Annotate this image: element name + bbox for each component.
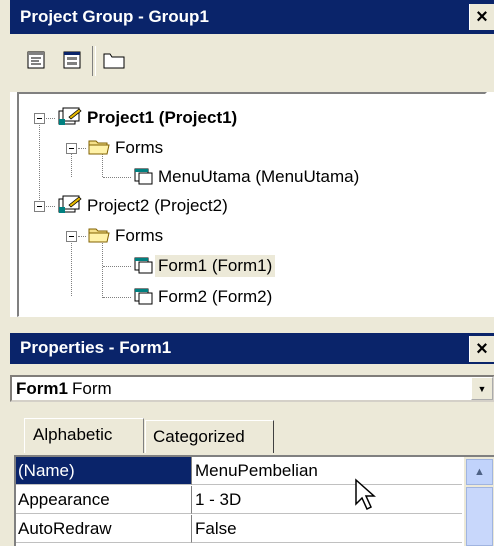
properties-title: Properties - Form1 xyxy=(20,338,172,357)
scroll-thumb[interactable] xyxy=(466,487,493,546)
toolbar-separator xyxy=(92,46,96,76)
object-selector[interactable]: Form1 Form ▼ xyxy=(10,375,494,402)
property-value[interactable]: 1 - 3D xyxy=(192,486,462,514)
left-frame xyxy=(0,0,10,546)
view-object-button[interactable] xyxy=(61,49,83,71)
tree-node-form1[interactable]: Form1 (Form1) xyxy=(155,255,276,277)
property-row[interactable]: (Name) MenuPembelian xyxy=(16,457,462,486)
tree-line xyxy=(78,148,86,149)
tree-line xyxy=(39,119,40,206)
panel-splitter[interactable] xyxy=(10,317,494,333)
tree-line xyxy=(71,240,72,296)
properties-close-button[interactable]: × xyxy=(469,336,494,362)
object-selector-name: Form1 xyxy=(16,379,68,398)
toggle-folders-button[interactable] xyxy=(99,49,129,71)
tree-line xyxy=(46,118,55,119)
property-name: Appearance xyxy=(16,486,192,514)
view-code-button[interactable] xyxy=(25,49,47,71)
view-object-icon xyxy=(63,51,81,69)
property-grid-scrollbar[interactable]: ▲ xyxy=(464,457,494,546)
project-group-titlebar: Project Group - Group1 × xyxy=(10,0,494,34)
property-row[interactable]: AutoRedraw False xyxy=(16,515,462,544)
tree-node-forms1[interactable]: Forms xyxy=(115,138,163,158)
chevron-down-icon: ▼ xyxy=(477,383,487,394)
project-icon xyxy=(58,195,82,213)
form-icon xyxy=(134,257,153,274)
form-icon xyxy=(134,288,153,305)
scroll-up-button[interactable]: ▲ xyxy=(466,459,493,485)
project-tree[interactable]: Project1 (Project1) Forms MenuUtama (Men… xyxy=(17,92,487,317)
property-row[interactable]: Appearance 1 - 3D xyxy=(16,486,462,515)
folder-icon xyxy=(88,140,110,155)
toggle-folders-icon xyxy=(103,53,125,69)
property-value[interactable]: MenuPembelian xyxy=(192,457,462,485)
folder-icon xyxy=(88,228,110,243)
project-icon xyxy=(58,107,82,125)
tab-categorized-label: Categorized xyxy=(153,427,245,446)
form-icon xyxy=(134,168,153,185)
project-group-title: Project Group - Group1 xyxy=(20,7,209,26)
tree-line xyxy=(102,239,103,298)
collapse-project1-icon[interactable] xyxy=(34,113,45,124)
tree-line xyxy=(103,266,131,267)
view-code-icon xyxy=(27,51,45,69)
tab-alphabetic-label: Alphabetic xyxy=(33,425,113,444)
collapse-forms1-icon[interactable] xyxy=(66,143,77,154)
collapse-project2-icon[interactable] xyxy=(34,201,45,212)
tree-node-project2[interactable]: Project2 (Project2) xyxy=(87,196,228,216)
property-name: AutoRedraw xyxy=(16,515,192,543)
object-selector-type: Form xyxy=(72,379,112,398)
property-name: (Name) xyxy=(16,457,192,485)
collapse-forms2-icon[interactable] xyxy=(66,231,77,242)
tree-node-form2[interactable]: Form2 (Form2) xyxy=(158,287,272,307)
object-selector-dropdown-button[interactable]: ▼ xyxy=(471,377,493,400)
property-grid[interactable]: (Name) MenuPembelian Appearance 1 - 3D A… xyxy=(14,455,494,546)
tree-line xyxy=(103,297,131,298)
mouse-cursor-icon xyxy=(355,478,376,511)
project-group-close-button[interactable]: × xyxy=(469,4,494,30)
tree-line xyxy=(78,236,86,237)
properties-titlebar: Properties - Form1 × xyxy=(10,333,494,364)
tree-node-forms2[interactable]: Forms xyxy=(115,226,163,246)
tree-line xyxy=(46,206,55,207)
tab-alphabetic[interactable]: Alphabetic xyxy=(24,418,144,453)
tree-node-project1[interactable]: Project1 (Project1) xyxy=(87,108,237,128)
chevron-up-icon: ▲ xyxy=(474,466,485,478)
property-value[interactable]: False xyxy=(192,515,462,543)
tree-line xyxy=(103,177,131,178)
tab-categorized[interactable]: Categorized xyxy=(145,420,274,453)
tree-node-menuutama[interactable]: MenuUtama (MenuUtama) xyxy=(158,167,359,187)
